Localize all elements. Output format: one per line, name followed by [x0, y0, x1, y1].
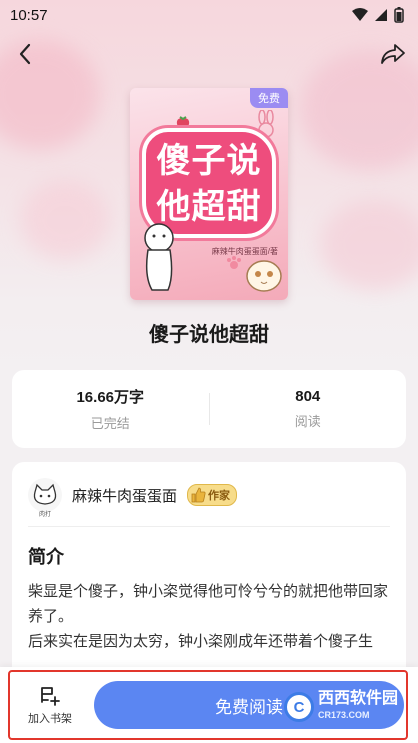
- status-bar: 10:57: [0, 0, 418, 30]
- watermark-main-text: 西西软件园: [317, 690, 398, 707]
- book-title: 傻子说他超甜: [149, 322, 269, 346]
- word-count-value: 16.66万字: [76, 389, 145, 406]
- intro-paragraph: 后来实在是因为太穷，钟小栥刚成年还带着个傻子生: [28, 633, 374, 650]
- stats-card: 16.66万字 已完结 804 阅读: [12, 370, 406, 448]
- reads-value: 804: [295, 388, 321, 405]
- author-badge-label: 作家: [208, 490, 231, 502]
- intro-heading: 简介: [28, 547, 64, 567]
- bottom-action-bar: 加入书架 免费阅读 C 西西软件园 CR173.COM: [0, 667, 418, 743]
- author-row[interactable]: 肉打 麻辣牛肉蛋蛋面 作家: [28, 478, 390, 527]
- share-icon: [381, 44, 405, 64]
- wifi-icon: [352, 8, 368, 21]
- intro-text: 柴显是个傻子，钟小栥觉得他可怜兮兮的就把他带回家养了。 后来实在是因为太穷，钟小…: [28, 579, 390, 654]
- thumbs-up-icon: [191, 487, 206, 503]
- battery-icon: [394, 7, 404, 23]
- author-badge: 作家: [187, 484, 238, 506]
- share-button[interactable]: [378, 39, 408, 69]
- reads-label: 阅读: [294, 414, 321, 429]
- status-icons: [352, 7, 404, 23]
- character-doodle-icon: [144, 223, 174, 291]
- chick-doodle-icon: [246, 260, 282, 292]
- intro-paragraph: 柴显是个傻子，钟小栥觉得他可怜兮兮的就把他带回家养了。: [28, 583, 389, 625]
- signal-icon: [375, 9, 387, 21]
- author-name[interactable]: 麻辣牛肉蛋蛋面: [72, 485, 177, 506]
- add-to-shelf-label: 加入书架: [28, 713, 72, 725]
- bookshelf-add-icon: [41, 687, 60, 706]
- cat-avatar-icon: [33, 483, 57, 505]
- add-to-shelf-button[interactable]: 加入书架: [20, 684, 80, 726]
- watermark-sub-text: CR173.COM: [317, 710, 370, 720]
- word-count-stat: 16.66万字 已完结: [12, 386, 209, 432]
- reads-stat: 804 阅读: [210, 388, 407, 430]
- nav-bar: [0, 36, 418, 72]
- avatar-caption: 肉打: [38, 512, 51, 518]
- status-time: 10:57: [10, 6, 48, 24]
- paw-doodle-icon: [227, 256, 241, 269]
- watermark-logo: C: [283, 692, 314, 722]
- free-read-button[interactable]: 免费阅读 C 西西软件园 CR173.COM: [94, 681, 404, 729]
- free-badge: 免费: [250, 88, 288, 108]
- chevron-left-icon: [19, 43, 31, 65]
- book-cover[interactable]: 免费 傻子说 他超甜 麻辣牛肉蛋蛋面/著: [130, 88, 288, 300]
- free-read-label: 免费阅读: [215, 697, 283, 717]
- author-avatar[interactable]: 肉打: [28, 478, 62, 518]
- completion-status: 已完结: [90, 416, 130, 431]
- back-button[interactable]: [10, 39, 40, 69]
- site-watermark: C 西西软件园 CR173.COM: [283, 690, 398, 723]
